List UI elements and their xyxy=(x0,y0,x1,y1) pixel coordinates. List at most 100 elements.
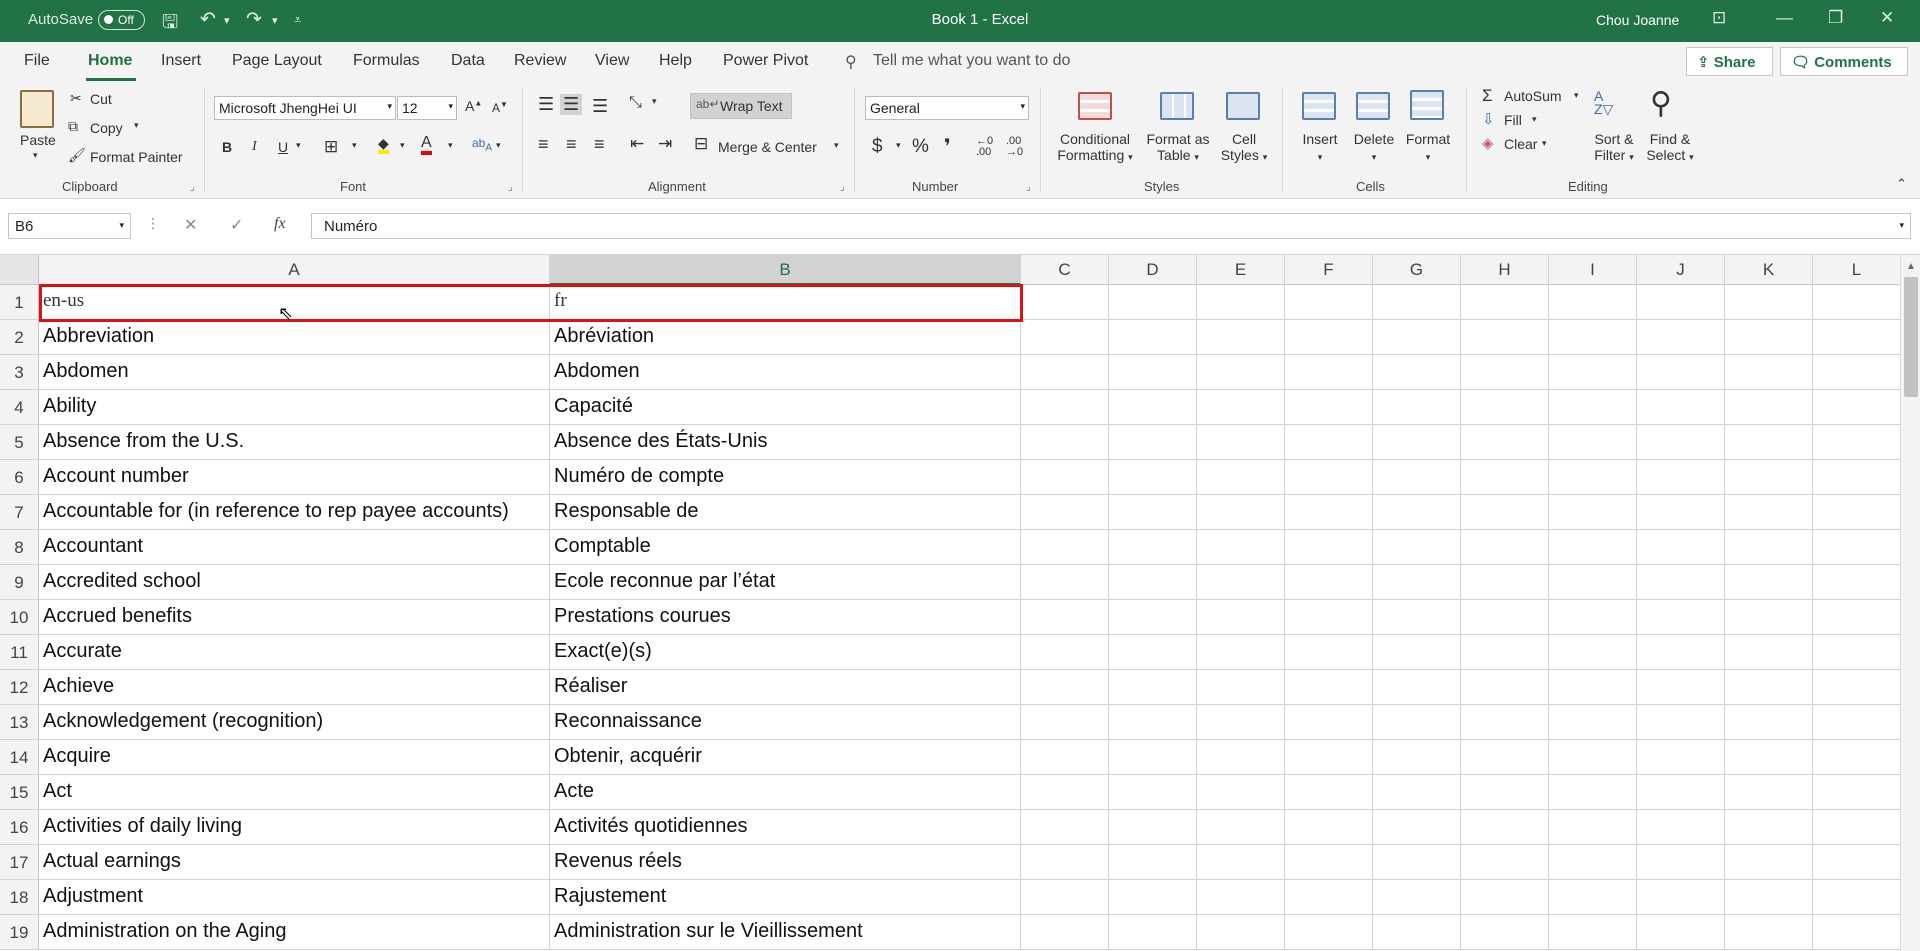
tab-power-pivot[interactable]: Power Pivot xyxy=(723,52,808,70)
cell-g13[interactable] xyxy=(1373,705,1461,740)
cell-a8[interactable]: Accountant xyxy=(39,530,550,565)
cell-f4[interactable] xyxy=(1285,390,1373,425)
cell-d16[interactable] xyxy=(1109,810,1197,845)
font-size-dropdown[interactable]: 12 ▾ xyxy=(397,96,457,120)
merge-center-button[interactable]: Merge & Center xyxy=(718,139,817,155)
undo-icon[interactable]: ↶ xyxy=(200,8,216,31)
cell-a9[interactable]: Accredited school xyxy=(39,565,550,600)
cell-b8[interactable]: Comptable xyxy=(550,530,1021,565)
fill-color-dropdown-icon[interactable]: ▾ xyxy=(400,140,405,151)
cell-b6[interactable]: Numéro de compte xyxy=(550,460,1021,495)
cell-c12[interactable] xyxy=(1021,670,1109,705)
cell-a13[interactable]: Acknowledgement (recognition) xyxy=(39,705,550,740)
comments-button[interactable]: 🗨 Comments xyxy=(1780,47,1908,76)
insert-function-icon[interactable]: fx xyxy=(274,215,286,233)
cell-c5[interactable] xyxy=(1021,425,1109,460)
enter-icon[interactable]: ✓ xyxy=(230,215,243,235)
cell-a19[interactable]: Administration on the Aging xyxy=(39,915,550,950)
cell-e17[interactable] xyxy=(1197,845,1285,880)
undo-dropdown-icon[interactable]: ▾ xyxy=(224,14,230,27)
cell-d8[interactable] xyxy=(1109,530,1197,565)
row-header[interactable]: 15 xyxy=(0,775,39,810)
cell-d5[interactable] xyxy=(1109,425,1197,460)
cell-g1[interactable] xyxy=(1373,285,1461,320)
cell-c16[interactable] xyxy=(1021,810,1109,845)
align-left-icon[interactable]: ≡ xyxy=(538,134,549,155)
column-header-i[interactable]: I xyxy=(1549,255,1637,285)
cell-a14[interactable]: Acquire xyxy=(39,740,550,775)
cell-g8[interactable] xyxy=(1373,530,1461,565)
cell-j2[interactable] xyxy=(1637,320,1725,355)
cell-l5[interactable] xyxy=(1813,425,1900,460)
cell-i16[interactable] xyxy=(1549,810,1637,845)
cell-k3[interactable] xyxy=(1725,355,1813,390)
cell-i2[interactable] xyxy=(1549,320,1637,355)
row-header[interactable]: 13 xyxy=(0,705,39,740)
row-header[interactable]: 3 xyxy=(0,355,39,390)
cell-k1[interactable] xyxy=(1725,285,1813,320)
cell-k2[interactable] xyxy=(1725,320,1813,355)
number-launcher-icon[interactable]: ⌟ xyxy=(1026,182,1031,193)
cell-f13[interactable] xyxy=(1285,705,1373,740)
cell-k18[interactable] xyxy=(1725,880,1813,915)
format-cells-button[interactable]: Format ▾ xyxy=(1404,131,1452,163)
cell-i19[interactable] xyxy=(1549,915,1637,950)
row-header[interactable]: 6 xyxy=(0,460,39,495)
cell-k9[interactable] xyxy=(1725,565,1813,600)
cell-g16[interactable] xyxy=(1373,810,1461,845)
cell-l6[interactable] xyxy=(1813,460,1900,495)
cell-f17[interactable] xyxy=(1285,845,1373,880)
cell-j5[interactable] xyxy=(1637,425,1725,460)
accounting-format-icon[interactable]: $ xyxy=(872,136,883,158)
tab-home[interactable]: Home xyxy=(88,52,132,70)
cell-k6[interactable] xyxy=(1725,460,1813,495)
cell-e19[interactable] xyxy=(1197,915,1285,950)
merge-dropdown-icon[interactable]: ▾ xyxy=(834,140,839,151)
row-header[interactable]: 4 xyxy=(0,390,39,425)
cell-k7[interactable] xyxy=(1725,495,1813,530)
cell-l1[interactable] xyxy=(1813,285,1900,320)
cell-e1[interactable] xyxy=(1197,285,1285,320)
fill-color-icon[interactable]: ◆ xyxy=(378,136,389,154)
cell-e10[interactable] xyxy=(1197,600,1285,635)
cell-e4[interactable] xyxy=(1197,390,1285,425)
cell-i8[interactable] xyxy=(1549,530,1637,565)
cell-l7[interactable] xyxy=(1813,495,1900,530)
cell-g18[interactable] xyxy=(1373,880,1461,915)
tab-formulas[interactable]: Formulas xyxy=(353,52,420,70)
merge-center-icon[interactable]: ⊟ xyxy=(694,134,708,154)
fill-button[interactable]: Fill xyxy=(1504,112,1522,128)
ribbon-display-icon[interactable]: ⊡ xyxy=(1712,8,1726,28)
vertical-scrollbar[interactable]: ▲ xyxy=(1900,255,1920,951)
cell-e3[interactable] xyxy=(1197,355,1285,390)
customize-toolbar-icon[interactable]: ⩡ xyxy=(294,12,301,28)
cell-b5[interactable]: Absence des États-Unis xyxy=(550,425,1021,460)
paste-button[interactable]: Paste xyxy=(20,132,56,148)
cell-b3[interactable]: Abdomen xyxy=(550,355,1021,390)
tab-view[interactable]: View xyxy=(595,52,629,70)
cell-j1[interactable] xyxy=(1637,285,1725,320)
fill-icon[interactable]: ⇩ xyxy=(1482,110,1495,128)
select-all-corner[interactable] xyxy=(0,255,39,285)
cell-d6[interactable] xyxy=(1109,460,1197,495)
cell-g11[interactable] xyxy=(1373,635,1461,670)
cell-d9[interactable] xyxy=(1109,565,1197,600)
row-header[interactable]: 8 xyxy=(0,530,39,565)
cell-j17[interactable] xyxy=(1637,845,1725,880)
cell-b2[interactable]: Abréviation xyxy=(550,320,1021,355)
increase-indent-icon[interactable]: ⇥ xyxy=(658,134,672,154)
tab-review[interactable]: Review xyxy=(514,52,566,70)
cell-d1[interactable] xyxy=(1109,285,1197,320)
cell-c8[interactable] xyxy=(1021,530,1109,565)
cell-d10[interactable] xyxy=(1109,600,1197,635)
cell-i1[interactable] xyxy=(1549,285,1637,320)
name-box[interactable]: B6 ▾ xyxy=(8,213,131,239)
cell-f7[interactable] xyxy=(1285,495,1373,530)
cell-h14[interactable] xyxy=(1461,740,1549,775)
cell-j14[interactable] xyxy=(1637,740,1725,775)
cell-h11[interactable] xyxy=(1461,635,1549,670)
cell-f19[interactable] xyxy=(1285,915,1373,950)
cell-l11[interactable] xyxy=(1813,635,1900,670)
column-header-k[interactable]: K xyxy=(1725,255,1813,285)
cell-e7[interactable] xyxy=(1197,495,1285,530)
